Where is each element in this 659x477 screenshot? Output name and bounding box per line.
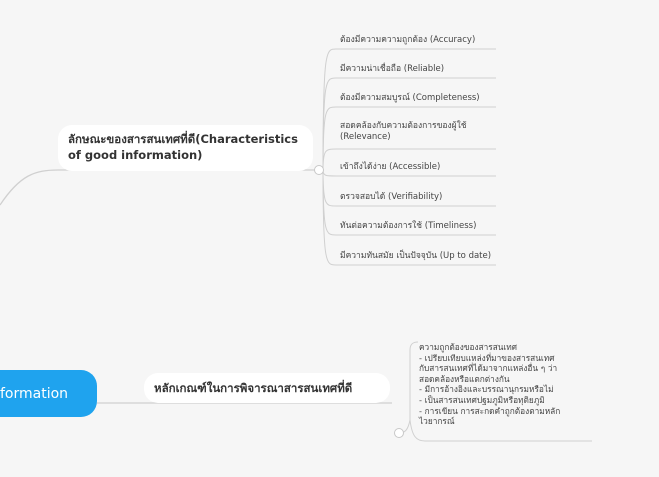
note-line: ความถูกต้องของสารสนเทศ <box>419 342 517 352</box>
branch-criteria-label: หลักเกณฑ์ในการพิจารณาสารสนเทศที่ดี <box>154 381 353 395</box>
collapse-toggle-criteria[interactable] <box>394 428 404 438</box>
branch-characteristics[interactable]: ลักษณะของสารสนเทศที่ดี(Characteristics o… <box>58 125 313 171</box>
criteria-note[interactable]: ความถูกต้องของสารสนเทศ - เปรียบเทียบแหล่ง… <box>419 342 589 427</box>
note-line: สอดคล้องหรือแตกต่างกัน <box>419 373 510 384</box>
leaf-characteristic[interactable]: ทันต่อความต้องการใช้ (Timeliness) <box>340 221 476 232</box>
note-line: - เปรียบเทียบแหล่งที่มาของสารสนเทศ <box>419 352 555 363</box>
leaf-characteristic[interactable]: เข้าถึงได้ง่าย (Accessible) <box>340 162 440 173</box>
leaf-characteristic[interactable]: ตรวจสอบได้ (Verifiability) <box>340 192 442 203</box>
branch-characteristics-label: ลักษณะของสารสนเทศที่ดี(Characteristics o… <box>68 132 298 162</box>
leaf-characteristic[interactable]: ต้องมีความความถูกต้อง (Accuracy) <box>340 35 475 46</box>
note-line: กับสารสนเทศที่ได้มาจากแหล่งอื่น ๆ ว่า <box>419 363 558 374</box>
note-line: - มีการอ้างอิงและบรรณานุกรมหรือไม่ <box>419 384 554 395</box>
note-line: ไวยากรณ์ <box>419 416 455 427</box>
leaf-characteristic[interactable]: สอดคล้องกับความต้องการของผู้ใช้ (Relevan… <box>340 121 500 143</box>
root-topic-label: formation <box>0 385 69 402</box>
note-line: - เป็นสารสนเทศปฐมภูมิหรือทุติยภูมิ <box>419 394 545 405</box>
leaf-characteristic[interactable]: ต้องมีความสมบูรณ์ (Completeness) <box>340 93 480 104</box>
leaf-characteristic[interactable]: มีความทันสมัย เป็นปัจจุบัน (Up to date) <box>340 251 491 262</box>
root-topic[interactable]: formation <box>0 370 97 417</box>
branch-criteria[interactable]: หลักเกณฑ์ในการพิจารณาสารสนเทศที่ดี <box>144 373 390 403</box>
collapse-toggle-characteristics[interactable] <box>314 165 324 175</box>
note-line: - การเขียน การสะกดคำถูกต้องตามหลัก <box>419 405 561 416</box>
leaf-characteristic[interactable]: มีความน่าเชื่อถือ (Reliable) <box>340 64 444 75</box>
